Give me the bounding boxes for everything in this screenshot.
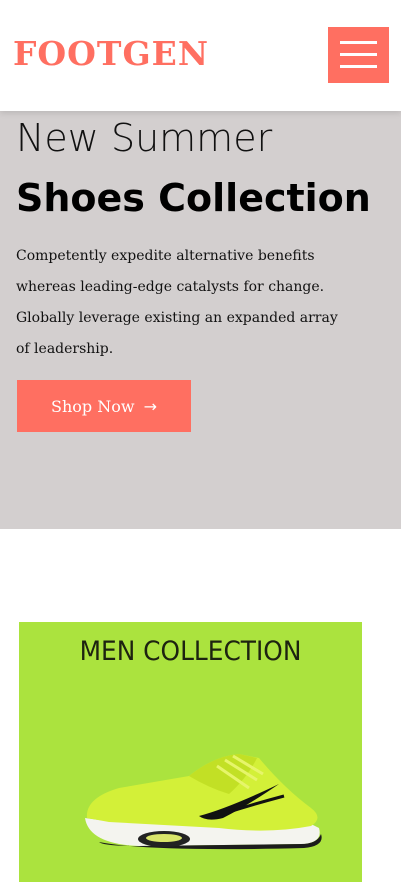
shop-now-label: Shop Now xyxy=(51,396,135,416)
hero-title: Shoes Collection xyxy=(16,176,371,220)
hero-section: New Summer Shoes Collection Competently … xyxy=(0,111,401,529)
men-collection-card[interactable]: MEN COLLECTION xyxy=(19,622,362,882)
collection-title: MEN COLLECTION xyxy=(79,636,302,667)
hamburger-menu-button[interactable] xyxy=(328,27,389,83)
hero-description-line: Competently expedite alternative benefit… xyxy=(16,248,315,264)
navbar: FOOTGEN xyxy=(0,0,401,111)
brand-logo[interactable]: FOOTGEN xyxy=(13,32,209,76)
arrow-right-icon: → xyxy=(143,396,157,416)
hero-description-line: Globally leverage existing an expanded a… xyxy=(16,310,338,326)
hero-subtitle: New Summer xyxy=(16,116,273,160)
hero-description-line: of leadership. xyxy=(16,341,114,357)
sneaker-icon xyxy=(85,754,322,850)
hero-description-line: whereas leading-edge catalysts for chang… xyxy=(16,279,325,295)
hero-description: Competently expedite alternative benefit… xyxy=(16,241,338,365)
shop-now-button[interactable]: Shop Now → xyxy=(17,380,191,432)
